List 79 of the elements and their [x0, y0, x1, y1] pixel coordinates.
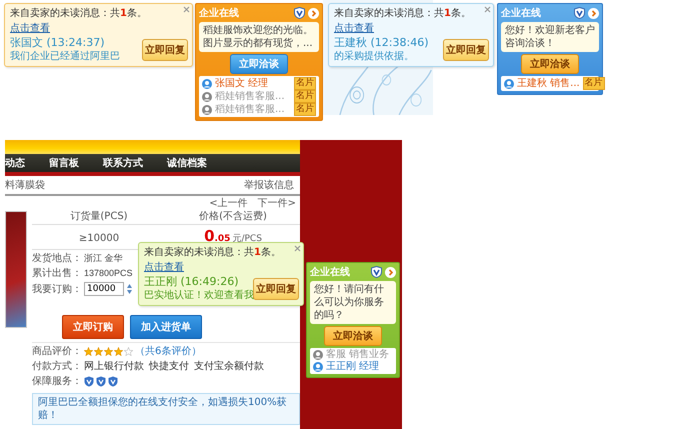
widget-title: 企业在线	[501, 6, 542, 20]
shield-check-icon	[294, 7, 305, 19]
next-link[interactable]: 下一件>	[258, 197, 296, 210]
shield-check-icon	[574, 7, 585, 19]
star-icon	[94, 347, 103, 356]
nav-tab[interactable]: 动态	[5, 156, 25, 170]
review-count-link[interactable]: （共6条评价）	[135, 345, 202, 358]
field-value: 137800PCS	[84, 267, 133, 280]
field-label: 付款方式：	[32, 360, 82, 373]
field-label: 我要订购：	[32, 282, 82, 296]
view-link[interactable]: 点击查看	[144, 261, 184, 274]
field-label: 商品评价：	[32, 345, 82, 358]
chevron-circle-icon[interactable]	[588, 8, 599, 18]
payment-method: 支付宝余额付款	[194, 360, 264, 373]
spinner-icon[interactable]	[126, 283, 133, 295]
widget-title: 企业在线	[199, 6, 240, 20]
business-card-badge[interactable]: 名片	[294, 77, 316, 90]
buy-now-button[interactable]: 立即订购	[62, 315, 124, 339]
reply-button[interactable]: 立即回复	[142, 38, 188, 60]
shield-icon	[84, 376, 94, 387]
unread-message-text: 来自卖家的未读消息：共1条。	[10, 7, 147, 20]
shield-icon	[96, 376, 106, 387]
close-icon[interactable]	[294, 245, 301, 252]
table-header: 订货量(PCS)	[69, 211, 129, 223]
view-link[interactable]: 点击查看	[10, 22, 50, 35]
contact-name[interactable]: 稻娃销售客服...	[215, 90, 291, 102]
reply-button[interactable]: 立即回复	[253, 278, 299, 300]
greeting-text: 您好！欢迎新老客户咨询洽谈！	[505, 25, 595, 49]
field-label: 累计出售：	[32, 267, 82, 280]
field-value: 浙江 金华	[84, 252, 123, 265]
business-card-badge[interactable]: 名片	[294, 103, 316, 116]
star-icon	[84, 347, 93, 356]
add-to-cart-button[interactable]: 加入进货单	[130, 315, 202, 339]
contact-name[interactable]: 王建秋 销售...	[517, 78, 580, 90]
chat-now-button[interactable]: 立即洽谈	[521, 54, 579, 74]
close-icon[interactable]	[484, 6, 491, 13]
previous-link[interactable]: <上一件	[209, 197, 248, 210]
unread-message-text: 来自卖家的未读消息：共1条。	[144, 246, 281, 259]
greeting-text: 您好！请问有什么可以为你服务的吗？	[314, 284, 384, 321]
close-icon[interactable]	[183, 6, 190, 13]
report-link[interactable]: 举报该信息	[244, 179, 294, 192]
widget-title: 企业在线	[310, 266, 351, 279]
shield-check-icon	[371, 266, 382, 278]
quantity-input[interactable]: 10000	[84, 282, 124, 296]
table-cell-text: ≥10000	[78, 232, 120, 246]
shield-icon	[108, 376, 118, 387]
view-link[interactable]: 点击查看	[334, 22, 374, 35]
contact-name[interactable]: 客服 销售业务	[326, 349, 393, 361]
chat-now-button[interactable]: 立即洽谈	[230, 54, 288, 74]
message-preview: 的采购提供依据。	[334, 50, 414, 63]
business-card-badge[interactable]: 名片	[294, 90, 316, 103]
payment-method: 快捷支付	[149, 360, 189, 373]
unread-message-text: 来自卖家的未读消息：共1条。	[334, 7, 471, 20]
nav-tab[interactable]: 诚信档案	[167, 156, 207, 170]
table-header: 价格(不含运费)	[198, 211, 268, 223]
breadcrumb-text: 料薄膜袋	[5, 179, 45, 192]
payment-method: 网上银行付款	[84, 360, 144, 373]
greeting-text: 稻娃服饰欢迎您的光临。图片显示的都有现货，...	[203, 25, 313, 49]
star-icon	[114, 347, 123, 356]
field-label: 发货地点：	[32, 252, 82, 265]
chevron-circle-icon[interactable]	[385, 266, 396, 278]
contact-name[interactable]: 稻娃销售客服...	[215, 104, 291, 116]
business-card-badge[interactable]: 名片	[582, 77, 605, 90]
star-icon	[124, 347, 133, 356]
price-text: 0.05 元/PCS	[203, 228, 263, 246]
nav-tab[interactable]: 留言板	[49, 156, 79, 170]
field-label: 保障服务：	[32, 375, 82, 388]
sender-name-time: 王建秋 (12:38:46)	[334, 36, 428, 50]
contact-name[interactable]: 张国文 经理	[215, 78, 291, 90]
contact-name[interactable]: 王正刚 经理	[326, 361, 393, 373]
sender-name-time: 张国文 (13:24:37)	[10, 36, 104, 50]
star-icon	[104, 347, 113, 356]
guarantee-notice: 阿里巴巴全额担保您的在线支付安全，如遇损失100%获赔！	[32, 393, 300, 425]
chat-now-button[interactable]: 立即洽谈	[324, 326, 382, 346]
sender-name-time: 王正刚 (16:49:26)	[144, 275, 238, 289]
nav-tab[interactable]: 联系方式	[103, 156, 143, 170]
message-preview: 我们企业已经通过阿里巴	[10, 50, 120, 63]
chevron-circle-icon[interactable]	[308, 8, 319, 18]
reply-button[interactable]: 立即回复	[443, 38, 489, 60]
